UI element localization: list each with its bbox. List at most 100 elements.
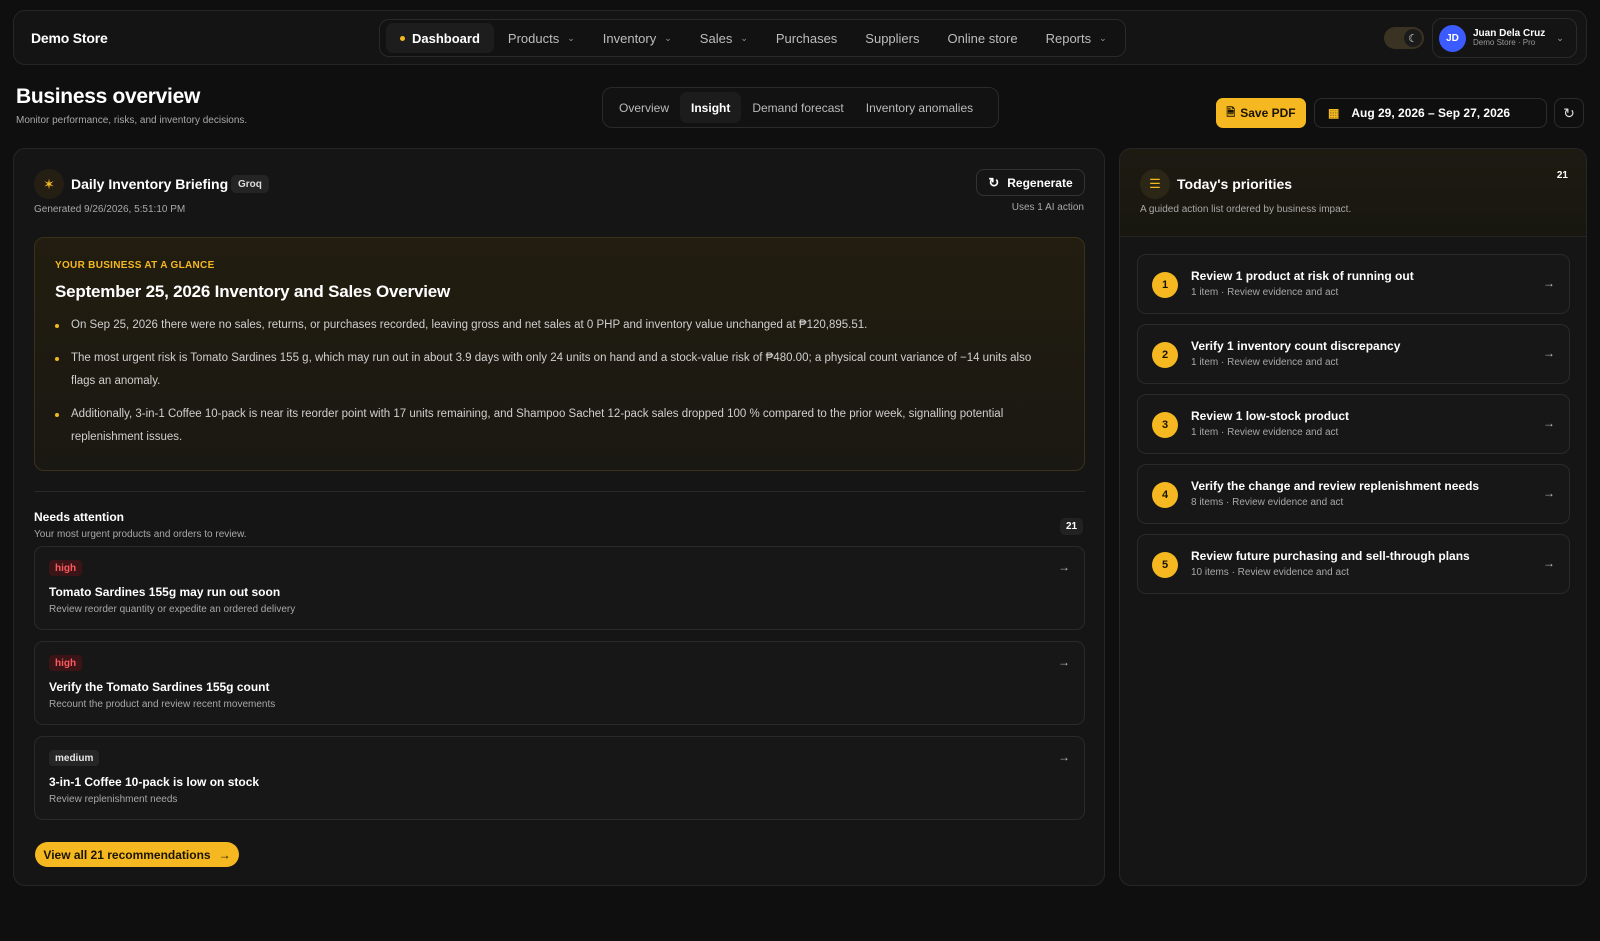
needs-attention-subtitle: Your most urgent products and orders to … (34, 529, 247, 540)
priority-desc: 8 items · Review evidence and act (1191, 497, 1344, 508)
refresh-icon: ↻ (988, 174, 1000, 190)
moon-icon: ☾ (1404, 29, 1422, 47)
priority-number: 2 (1152, 342, 1178, 368)
glance-eyebrow: YOUR BUSINESS AT A GLANCE (55, 260, 215, 271)
severity-badge: high (49, 560, 83, 576)
glance-bullet: On Sep 25, 2026 there were no sales, ret… (55, 314, 1055, 337)
priority-desc: 1 item · Review evidence and act (1191, 357, 1339, 368)
nav-purchases[interactable]: Purchases (762, 23, 851, 53)
priority-title: Verify the change and review replenishme… (1191, 479, 1480, 493)
glance-headline: September 25, 2026 Inventory and Sales O… (55, 282, 451, 301)
refresh-button[interactable]: ↻ (1554, 98, 1584, 128)
nav-online-store[interactable]: Online store (934, 23, 1032, 53)
page-title: Business overview (16, 85, 200, 108)
nav-label: Dashboard (412, 30, 480, 46)
glance-bullet: The most urgent risk is Tomato Sardines … (55, 347, 1055, 393)
regenerate-button[interactable]: ↻ Regenerate (976, 169, 1085, 196)
priority-title: Verify 1 inventory count discrepancy (1191, 339, 1401, 353)
recommendation-item[interactable]: high Verify the Tomato Sardines 155g cou… (34, 641, 1085, 725)
priority-number: 3 (1152, 412, 1178, 438)
briefing-card: ✶ Daily Inventory Briefing Groq Generate… (13, 148, 1105, 886)
sparkle-icon: ✶ (34, 169, 64, 199)
arrow-right-icon: → (218, 847, 231, 862)
priority-item[interactable]: 2 Verify 1 inventory count discrepancy 1… (1137, 324, 1570, 384)
arrow-right-icon: → (1543, 346, 1555, 360)
nav-inventory[interactable]: Inventory ⌄ (589, 23, 686, 53)
arrow-right-icon: → (1543, 486, 1555, 500)
tab-demand-forecast[interactable]: Demand forecast (741, 92, 854, 123)
calendar-icon: ▦ (1328, 106, 1340, 120)
theme-toggle[interactable]: ☾ (1384, 27, 1424, 49)
priorities-subtitle: A guided action list ordered by business… (1140, 204, 1352, 215)
nav-sales[interactable]: Sales ⌄ (686, 23, 762, 53)
priority-item[interactable]: 4 Verify the change and review replenish… (1137, 464, 1570, 524)
arrow-right-icon: → (1058, 750, 1070, 764)
divider (34, 491, 1085, 492)
chevron-down-icon: ⌄ (664, 32, 672, 43)
brand-name[interactable]: Demo Store (31, 30, 108, 46)
save-pdf-label: Save PDF (1240, 106, 1296, 120)
top-navbar: Demo Store Dashboard Products ⌄ Inventory… (13, 10, 1587, 65)
tab-overview[interactable]: Overview (608, 92, 680, 123)
glance-bullets: On Sep 25, 2026 there were no sales, ret… (55, 314, 1055, 459)
recommendation-title: 3-in-1 Coffee 10-pack is low on stock (49, 775, 260, 789)
priority-title: Review 1 product at risk of running out (1191, 269, 1414, 283)
nav-label: Products (507, 30, 560, 46)
recommendation-desc: Review reorder quantity or expedite an o… (49, 604, 296, 615)
recommendation-item[interactable]: medium 3-in-1 Coffee 10-pack is low on s… (34, 736, 1085, 820)
priorities-card: ☰ Today's priorities A guided action lis… (1119, 148, 1587, 886)
severity-badge: medium (49, 750, 100, 766)
checklist-icon: ☰ (1140, 169, 1170, 199)
nav-label: Online store (947, 30, 1018, 46)
priority-item[interactable]: 3 Review 1 low-stock product 1 item · Re… (1137, 394, 1570, 454)
save-pdf-button[interactable]: 🗎 Save PDF (1216, 98, 1306, 128)
recommendation-desc: Review replenishment needs (49, 794, 178, 805)
user-plan: Demo Store · Pro (1473, 38, 1536, 48)
needs-attention-count: 21 (1060, 518, 1084, 535)
severity-badge: high (49, 655, 83, 671)
nav-label: Inventory (602, 30, 657, 46)
recommendation-desc: Recount the product and review recent mo… (49, 699, 276, 710)
recommendation-title: Tomato Sardines 155g may run out soon (49, 585, 281, 599)
nav-label: Purchases (775, 30, 838, 46)
priority-number: 4 (1152, 482, 1178, 508)
chevron-down-icon: ⌄ (567, 32, 575, 43)
nav-suppliers[interactable]: Suppliers (851, 23, 933, 53)
recommendation-item[interactable]: high Tomato Sardines 155g may run out so… (34, 546, 1085, 630)
generated-timestamp: Generated 9/26/2026, 5:51:10 PM (34, 204, 186, 215)
date-range-label: Aug 29, 2026 – Sep 27, 2026 (1351, 106, 1511, 120)
priority-number: 1 (1152, 272, 1178, 298)
nav-products[interactable]: Products ⌄ (494, 23, 589, 53)
nav-label: Sales (699, 30, 733, 46)
nav-label: Suppliers (865, 30, 920, 46)
arrow-right-icon: → (1058, 655, 1070, 669)
priority-item[interactable]: 5 Review future purchasing and sell-thro… (1137, 534, 1570, 594)
tab-insight[interactable]: Insight (680, 92, 742, 123)
view-all-recommendations-button[interactable]: View all 21 recommendations → (35, 842, 239, 867)
glance-bullet: Additionally, 3-in-1 Coffee 10-pack is n… (55, 403, 1055, 449)
view-all-label: View all 21 recommendations (43, 847, 211, 862)
priority-title: Review 1 low-stock product (1191, 409, 1350, 423)
arrow-right-icon: → (1543, 556, 1555, 570)
chevron-down-icon: ⌄ (740, 32, 748, 43)
priority-desc: 1 item · Review evidence and act (1191, 427, 1339, 438)
briefing-title: Daily Inventory Briefing (71, 176, 229, 192)
date-range-picker[interactable]: ▦ Aug 29, 2026 – Sep 27, 2026 (1314, 98, 1547, 128)
active-dot-icon (400, 35, 405, 41)
arrow-right-icon: → (1058, 560, 1070, 574)
user-menu[interactable]: JD Juan Dela Cruz Demo Store · Pro ⌄ (1432, 18, 1577, 58)
priority-desc: 1 item · Review evidence and act (1191, 287, 1339, 298)
arrow-right-icon: → (1543, 276, 1555, 290)
regenerate-label: Regenerate (1007, 175, 1073, 190)
needs-attention-title: Needs attention (34, 510, 125, 524)
nav-reports[interactable]: Reports ⌄ (1032, 23, 1121, 53)
priorities-title: Today's priorities (1177, 176, 1293, 192)
nav-dashboard[interactable]: Dashboard (386, 23, 494, 53)
arrow-right-icon: → (1543, 416, 1555, 430)
tab-inventory-anomalies[interactable]: Inventory anomalies (855, 92, 984, 123)
nav-label: Reports (1045, 30, 1092, 46)
priority-item[interactable]: 1 Review 1 product at risk of running ou… (1137, 254, 1570, 314)
main-nav: Dashboard Products ⌄ Inventory ⌄ Sales ⌄ Pu… (379, 19, 1126, 57)
chevron-down-icon: ⌄ (1556, 32, 1564, 43)
priorities-count: 21 (1556, 170, 1568, 181)
